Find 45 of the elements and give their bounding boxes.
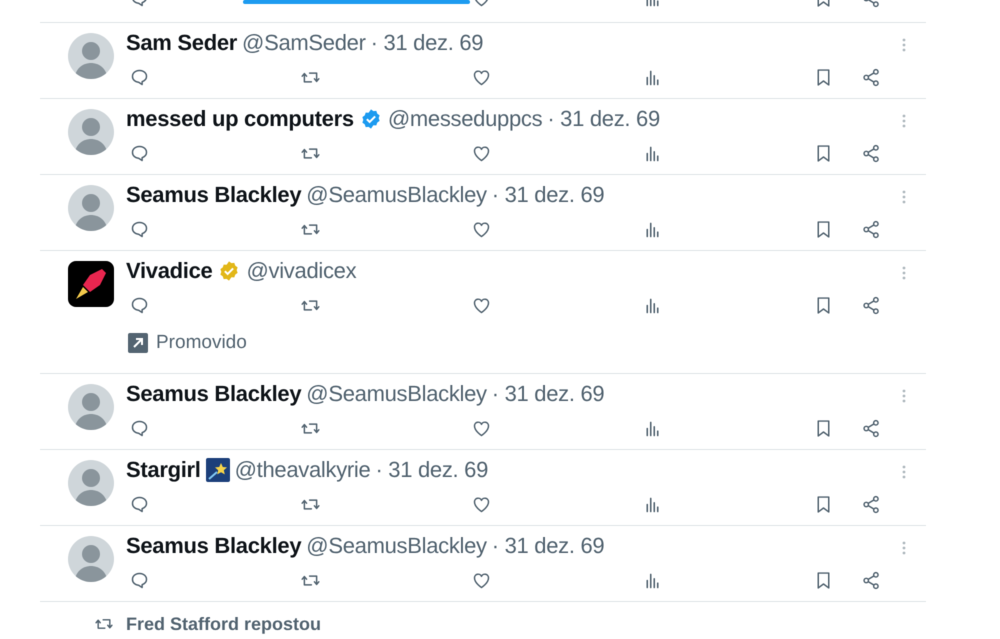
share-icon[interactable] — [861, 67, 882, 88]
post-date[interactable]: · 31 dez. 69 — [492, 532, 604, 560]
user-handle[interactable]: @SeamusBlackley — [306, 181, 487, 209]
promoted-label: Promovido — [156, 330, 247, 355]
avatar[interactable] — [68, 109, 114, 155]
avatar[interactable] — [68, 384, 114, 430]
user-name[interactable]: Seamus Blackley — [126, 181, 302, 209]
share-icon[interactable] — [861, 219, 882, 240]
reply-icon[interactable] — [129, 67, 150, 88]
user-handle[interactable]: @vivadicex — [246, 257, 356, 285]
share-icon[interactable] — [861, 570, 882, 591]
app-logo[interactable] — [68, 261, 114, 307]
avatar[interactable] — [68, 185, 114, 231]
post-date[interactable]: · 31 dez. 69 — [492, 181, 604, 209]
promoted-icon — [128, 333, 148, 353]
user-handle[interactable]: @SeamusBlackley — [306, 532, 487, 560]
repost-label: Fred Stafford repostou — [126, 614, 322, 634]
reply-icon[interactable] — [129, 143, 150, 164]
reply-icon[interactable] — [129, 494, 150, 515]
avatar[interactable] — [68, 33, 114, 79]
share-icon[interactable] — [861, 295, 882, 316]
avatar[interactable] — [68, 460, 114, 506]
reply-icon[interactable] — [129, 418, 150, 439]
share-icon[interactable] — [861, 143, 882, 164]
user-name[interactable]: Seamus Blackley — [126, 380, 302, 408]
user-name[interactable]: Vivadice — [126, 257, 212, 285]
post-date[interactable]: · 31 dez. 69 — [375, 456, 488, 484]
user-name[interactable]: Seamus Blackley — [126, 532, 302, 560]
user-handle[interactable]: @SamSeder — [242, 29, 366, 57]
user-name[interactable]: Stargirl — [126, 456, 201, 484]
share-icon[interactable] — [861, 494, 882, 515]
user-handle[interactable]: @theavalkyrie — [234, 456, 370, 484]
user-handle[interactable]: @SeamusBlackley — [306, 380, 487, 408]
post-date[interactable]: · 31 dez. 69 — [370, 29, 484, 57]
post-date[interactable]: · 31 dez. 69 — [547, 105, 660, 133]
user-name[interactable]: Sam Seder — [126, 29, 238, 57]
reply-icon[interactable] — [129, 295, 150, 316]
share-icon[interactable] — [861, 418, 882, 439]
star-badge-icon — [206, 458, 230, 482]
user-name[interactable]: messed up computers — [126, 105, 354, 133]
reply-icon[interactable] — [129, 570, 150, 591]
avatar[interactable] — [68, 536, 114, 582]
user-handle[interactable]: @messeduppcs — [388, 105, 542, 133]
reply-icon[interactable] — [129, 219, 150, 240]
post-date[interactable]: · 31 dez. 69 — [492, 380, 604, 408]
